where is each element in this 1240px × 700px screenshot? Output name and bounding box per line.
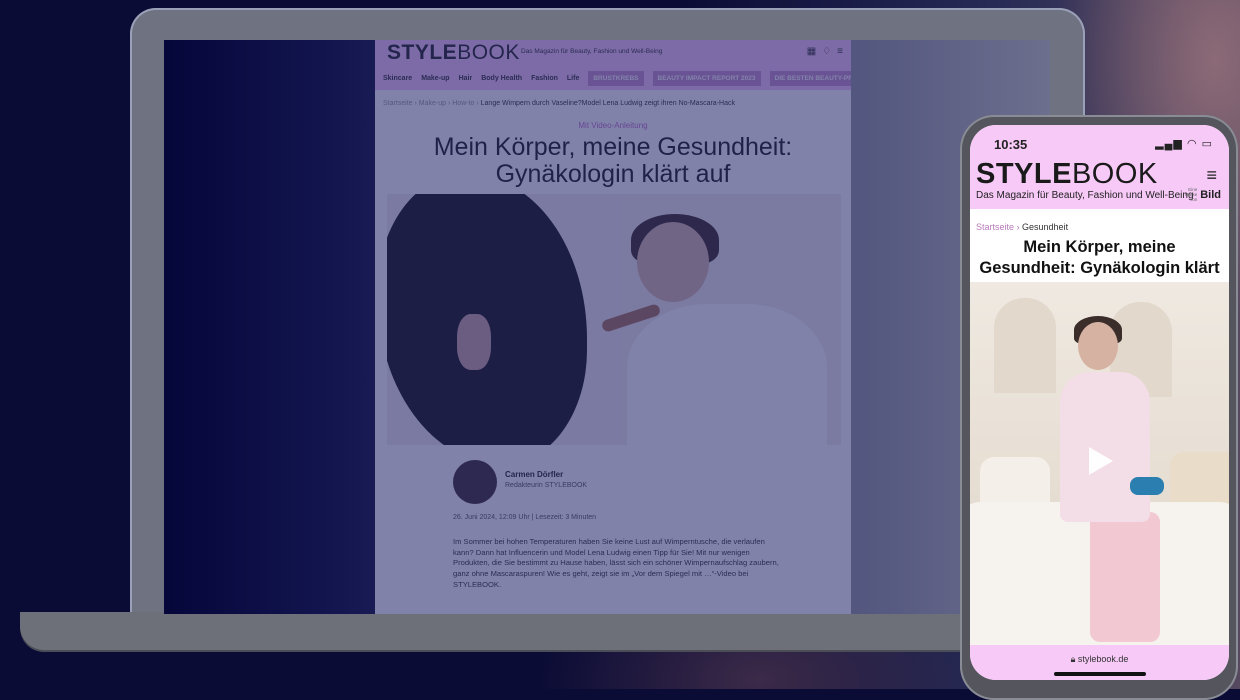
video-player[interactable]	[970, 282, 1229, 645]
nav-item-body-health[interactable]: Body Health	[481, 75, 522, 82]
site-logo[interactable]: STYLEBOOK	[387, 41, 520, 65]
brand-small-text: Eine Marke von	[1184, 187, 1198, 202]
play-icon[interactable]	[1089, 447, 1113, 475]
notification-icon[interactable]: ♢	[822, 46, 831, 57]
lock-icon: 🔒︎	[1070, 654, 1078, 664]
bild-logo-icon: ▦	[806, 46, 817, 57]
nav-item-skincare[interactable]: Skincare	[383, 75, 412, 82]
article-kicker: Mit Video-Anleitung	[578, 121, 648, 130]
url-text: stylebook.de	[1077, 654, 1129, 664]
nav-item-hair[interactable]: Hair	[459, 75, 473, 82]
status-icons: ▂▄▆ ◠ ▭	[1155, 138, 1213, 150]
nav-item-life[interactable]: Life	[567, 75, 579, 82]
author-name[interactable]: Carmen Dörfler	[505, 470, 563, 479]
doctor-portrait	[637, 222, 709, 302]
video-presenter	[1078, 322, 1118, 370]
breadcrumb-current[interactable]: Gesundheit	[1022, 222, 1068, 232]
site-tagline: Das Magazin für Beauty, Fashion und Well…	[521, 48, 663, 55]
author-role: Redakteurin STYLEBOOK	[505, 482, 588, 489]
author-avatar[interactable]	[453, 460, 497, 504]
menu-icon[interactable]: ≡	[1206, 165, 1217, 186]
main-nav: Skincare Make-up Hair Body Health Fashio…	[375, 66, 851, 90]
nav-pill-beste-beauty[interactable]: DIE BESTEN BEAUTY-PR	[769, 70, 851, 86]
bild-brand: Eine Marke von Bild	[1179, 187, 1221, 202]
url-bar[interactable]: 🔒︎ stylebook.de	[970, 654, 1229, 665]
nav-pill-brustkrebs[interactable]: BRUSTKREBS	[588, 70, 644, 86]
breadcrumb-current: Lange Wimpern durch Vaseline?Model Lena …	[480, 100, 735, 107]
site-header: STYLEBOOK Das Magazin für Beauty, Fashio…	[375, 40, 851, 66]
article-date: 26. Juni 2024, 12:09 Uhr | Lesezeit: 3 M…	[453, 514, 597, 521]
phone-site-logo[interactable]: STYLEBOOK	[976, 158, 1158, 191]
baby-shoes	[1130, 477, 1164, 495]
phone-screen: 10:35 ▂▄▆ ◠ ▭ STYLEBOOK ≡ Das Magazin fü…	[970, 125, 1229, 680]
bild-logo: Bild	[1200, 188, 1221, 201]
menu-icon[interactable]: ≡	[837, 46, 843, 57]
article-intro: Im Sommer bei hohen Temperaturen haben S…	[453, 537, 779, 589]
nav-pill-beauty-impact-report[interactable]: BEAUTY IMPACT REPORT 2023	[652, 70, 761, 86]
header-icons: ▦ ♢ ≡	[807, 46, 843, 57]
home-indicator[interactable]	[1054, 672, 1146, 676]
phone-breadcrumb: Startseite › Gesundheit	[976, 222, 1069, 232]
article-title: Mein Körper, meine Gesundheit: Gynäkolog…	[433, 133, 793, 188]
laptop-web-page: STYLEBOOK Das Magazin für Beauty, Fashio…	[375, 40, 851, 614]
status-time: 10:35	[994, 137, 1028, 152]
laptop-screen: STYLEBOOK Das Magazin für Beauty, Fashio…	[164, 40, 1050, 614]
nav-item-make-up[interactable]: Make-up	[421, 75, 449, 82]
pregnant-silhouette	[387, 194, 587, 445]
breadcrumb: Startseite › Make-up › How-to › Lange Wi…	[383, 100, 735, 107]
breadcrumb-home[interactable]: Startseite	[976, 222, 1014, 232]
breadcrumb-trail[interactable]: Startseite › Make-up › How-to ›	[383, 100, 481, 107]
hero-image	[387, 194, 841, 445]
laptop-base	[20, 612, 1010, 650]
phone-tagline: Das Magazin für Beauty, Fashion und Well…	[976, 190, 1194, 201]
nav-item-fashion[interactable]: Fashion	[531, 75, 558, 82]
